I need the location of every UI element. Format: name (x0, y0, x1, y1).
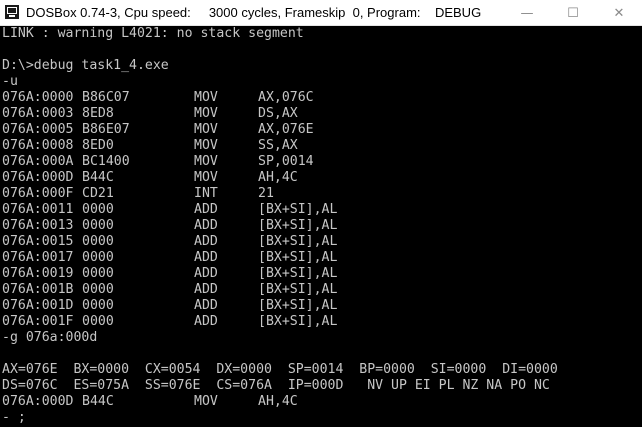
console-line: D:\>debug task1_4.exe (2, 58, 169, 73)
disasm-bytes: 0000 (82, 234, 114, 249)
command-prompt[interactable]: - ; (2, 410, 26, 426)
disasm-row: 076A:0003 8ED8 MOV DS,AX (2, 106, 298, 122)
disasm-address: 076A:001F (2, 314, 74, 329)
disasm-address: 076A:0005 (2, 122, 74, 137)
disasm-row: 076A:0017 0000 ADD [BX+SI],AL (2, 250, 337, 266)
disasm-operands: [BX+SI],AL (258, 234, 338, 249)
disasm-address: 076A:000D (2, 394, 74, 409)
disasm-address: 076A:0013 (2, 218, 74, 233)
disasm-operands: [BX+SI],AL (258, 298, 338, 313)
disasm-opcode: MOV (194, 90, 218, 105)
disasm-opcode: MOV (194, 122, 218, 137)
disasm-row: 076A:000A BC1400 MOV SP,0014 (2, 154, 314, 170)
disasm-address: 076A:000F (2, 186, 74, 201)
disasm-bytes: 0000 (82, 202, 114, 217)
disasm-opcode: MOV (194, 154, 218, 169)
disasm-operands: SS,AX (258, 138, 298, 153)
disasm-opcode: ADD (194, 234, 218, 249)
disasm-bytes: B44C (82, 170, 114, 185)
minimize-button[interactable]: — (504, 0, 550, 26)
close-button[interactable]: ✕ (596, 0, 642, 26)
disasm-row: 076A:001D 0000 ADD [BX+SI],AL (2, 298, 337, 314)
disasm-operands: SP,0014 (258, 154, 314, 169)
dosbox-icon (5, 5, 19, 19)
disasm-operands: AH,4C (258, 170, 298, 185)
disasm-opcode: ADD (194, 250, 218, 265)
disasm-opcode: INT (194, 186, 218, 201)
disasm-operands: DS,AX (258, 106, 298, 121)
disasm-address: 076A:0019 (2, 266, 74, 281)
disasm-address: 076A:0011 (2, 202, 74, 217)
disasm-opcode: ADD (194, 314, 218, 329)
close-icon: ✕ (613, 5, 625, 21)
disasm-bytes: B86E07 (82, 122, 130, 137)
disasm-address: 076A:0008 (2, 138, 74, 153)
dos-console[interactable]: LINK : warning L4021: no stack segment D… (0, 26, 642, 427)
disasm-bytes: B86C07 (82, 90, 130, 105)
disasm-opcode: MOV (194, 138, 218, 153)
title-bar[interactable]: DOSBox 0.74-3, Cpu speed: 3000 cycles, F… (0, 0, 642, 26)
disasm-address: 076A:0015 (2, 234, 74, 249)
disasm-operands: AX,076C (258, 90, 314, 105)
disasm-opcode: MOV (194, 170, 218, 185)
disasm-operands: [BX+SI],AL (258, 282, 338, 297)
disasm-address: 076A:0017 (2, 250, 74, 265)
disasm-row: 076A:0013 0000 ADD [BX+SI],AL (2, 218, 337, 234)
maximize-button[interactable]: ☐ (550, 0, 596, 26)
console-line: -u (2, 74, 18, 89)
disasm-row: 076A:001B 0000 ADD [BX+SI],AL (2, 282, 337, 298)
disasm-opcode: ADD (194, 218, 218, 233)
disasm-opcode: ADD (194, 298, 218, 313)
disasm-row: 076A:0019 0000 ADD [BX+SI],AL (2, 266, 337, 282)
disasm-row: 076A:0008 8ED0 MOV SS,AX (2, 138, 298, 154)
disasm-row: 076A:0000 B86C07 MOV AX,076C (2, 90, 314, 106)
disasm-row: 076A:0005 B86E07 MOV AX,076E (2, 122, 314, 138)
disasm-row: 076A:0011 0000 ADD [BX+SI],AL (2, 202, 337, 218)
window-title: DOSBox 0.74-3, Cpu speed: 3000 cycles, F… (26, 5, 482, 20)
disasm-bytes: 0000 (82, 314, 114, 329)
disasm-address: 076A:001B (2, 282, 74, 297)
disasm-address: 076A:0000 (2, 90, 74, 105)
disasm-operands: [BX+SI],AL (258, 202, 338, 217)
disasm-operands: AX,076E (258, 122, 314, 137)
disasm-bytes: 0000 (82, 298, 114, 313)
disasm-row: 076A:0015 0000 ADD [BX+SI],AL (2, 234, 337, 250)
disasm-address: 076A:0003 (2, 106, 74, 121)
disasm-operands: [BX+SI],AL (258, 218, 338, 233)
current-instruction-row: 076A:000D B44C MOV AH,4C (2, 394, 298, 410)
disasm-operands: AH,4C (258, 394, 298, 409)
disasm-address: 076A:001D (2, 298, 74, 313)
disasm-opcode: ADD (194, 266, 218, 281)
disasm-opcode: MOV (194, 394, 218, 409)
go-command-line: -g 076a:000d (2, 330, 98, 345)
registers-line-2: DS=076C ES=075A SS=076E CS=076A IP=000D … (2, 378, 550, 393)
disasm-operands: 21 (258, 186, 274, 201)
disasm-row: 076A:000D B44C MOV AH,4C (2, 170, 298, 186)
disasm-opcode: MOV (194, 106, 218, 121)
disasm-bytes: 0000 (82, 282, 114, 297)
disasm-bytes: 0000 (82, 218, 114, 233)
disasm-bytes: 0000 (82, 266, 114, 281)
disasm-row: 076A:001F 0000 ADD [BX+SI],AL (2, 314, 337, 330)
console-line: LINK : warning L4021: no stack segment (2, 26, 304, 41)
disasm-bytes: CD21 (82, 186, 114, 201)
minimize-icon: — (520, 5, 534, 21)
disasm-bytes: BC1400 (82, 154, 130, 169)
disasm-operands: [BX+SI],AL (258, 266, 338, 281)
disasm-address: 076A:000D (2, 170, 74, 185)
disasm-opcode: ADD (194, 282, 218, 297)
disasm-bytes: 8ED0 (82, 138, 114, 153)
disasm-opcode: ADD (194, 202, 218, 217)
disasm-address: 076A:000A (2, 154, 74, 169)
disasm-operands: [BX+SI],AL (258, 314, 338, 329)
registers-line-1: AX=076E BX=0000 CX=0054 DX=0000 SP=0014 … (2, 362, 558, 377)
disasm-bytes: 0000 (82, 250, 114, 265)
disasm-operands: [BX+SI],AL (258, 250, 338, 265)
disasm-row: 076A:000F CD21 INT 21 (2, 186, 274, 202)
disasm-bytes: 8ED8 (82, 106, 114, 121)
disasm-bytes: B44C (82, 394, 114, 409)
maximize-icon: ☐ (567, 5, 579, 21)
